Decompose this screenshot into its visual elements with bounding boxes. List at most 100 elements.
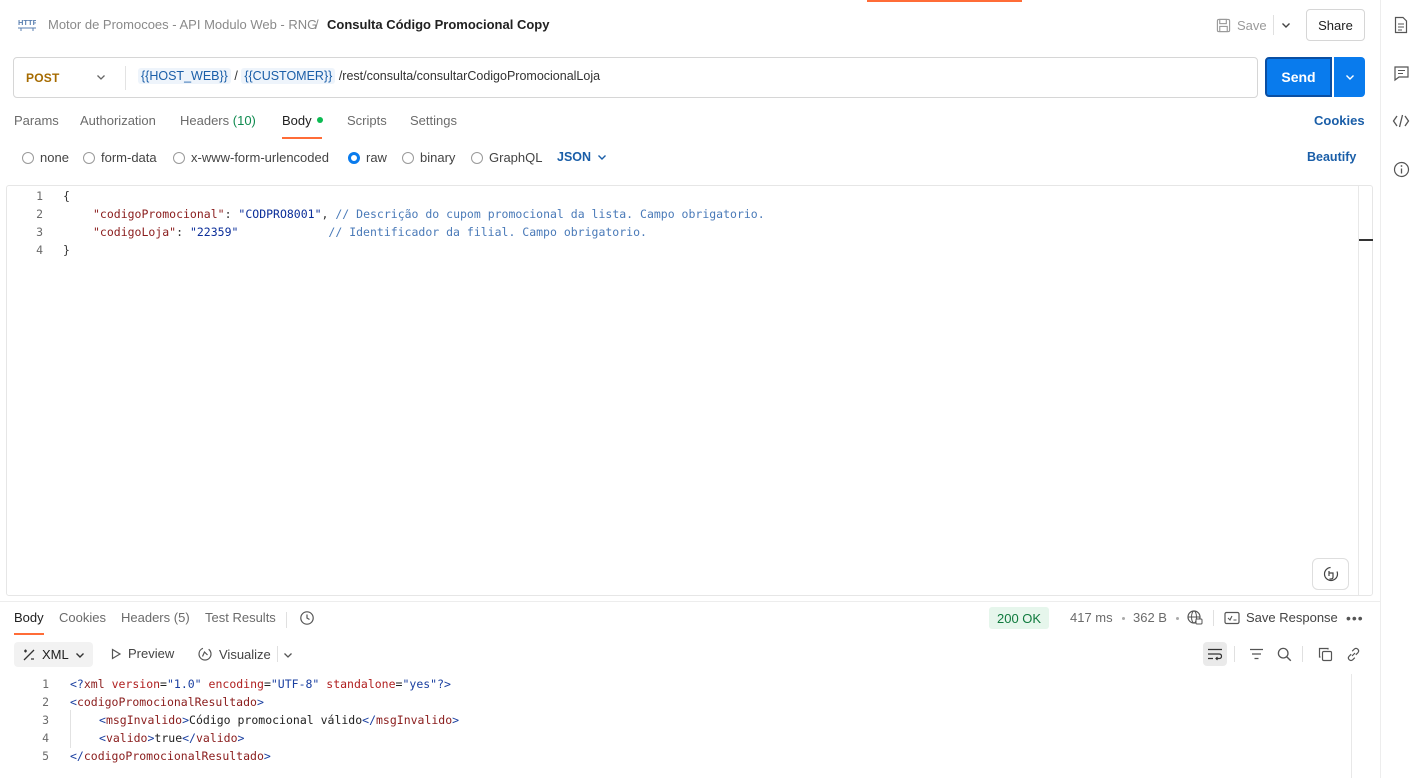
status-badge[interactable]: 200 OK bbox=[989, 607, 1050, 629]
tab-params[interactable]: Params bbox=[14, 113, 59, 128]
xml-tag: valido bbox=[195, 731, 238, 745]
tab-headers-count: (10) bbox=[232, 113, 256, 128]
line-number: 1 bbox=[42, 677, 49, 691]
radio-none-label: none bbox=[40, 150, 69, 165]
breadcrumb-collection[interactable]: Motor de Promocoes - API Modulo Web - RN… bbox=[48, 17, 317, 32]
info-icon[interactable] bbox=[1391, 159, 1411, 179]
wrap-icon[interactable] bbox=[1203, 642, 1227, 666]
json-value: "CODPRO8001" bbox=[238, 207, 322, 221]
xml-line: <msgInvalido>Código promocional válido</… bbox=[99, 713, 460, 727]
radio-form-data[interactable]: form-data bbox=[83, 150, 157, 165]
save-response-icon bbox=[1224, 611, 1240, 624]
toolbar-divider bbox=[1302, 646, 1303, 662]
active-tab-underline bbox=[282, 137, 322, 139]
request-title[interactable]: Consulta Código Promocional Copy bbox=[327, 17, 549, 32]
url-variable-host[interactable]: {{HOST_WEB}} bbox=[138, 68, 231, 84]
url-input[interactable]: {{HOST_WEB}} / {{CUSTOMER}} /rest/consul… bbox=[138, 68, 600, 84]
radio-graphql[interactable]: GraphQL bbox=[471, 150, 542, 165]
response-divider[interactable] bbox=[0, 601, 1380, 602]
toolbar-divider bbox=[277, 646, 278, 662]
format-label: XML bbox=[42, 647, 69, 662]
preview-button[interactable]: Preview bbox=[110, 646, 174, 661]
xml-attr-value: "1.0" bbox=[166, 677, 202, 691]
code-line: "codigoPromocional": "CODPRO8001", // De… bbox=[93, 207, 765, 221]
format-select[interactable]: XML bbox=[14, 642, 93, 667]
response-time[interactable]: 417 ms bbox=[1070, 610, 1113, 625]
code-icon[interactable] bbox=[1391, 111, 1411, 131]
method-select[interactable]: POST bbox=[26, 71, 59, 85]
save-options-button[interactable] bbox=[1278, 15, 1294, 35]
visualize-options-chevron-icon[interactable] bbox=[283, 648, 293, 663]
radio-urlencoded-label: x-www-form-urlencoded bbox=[191, 150, 329, 165]
radio-form-data-label: form-data bbox=[101, 150, 157, 165]
radio-graphql-dot[interactable] bbox=[471, 151, 483, 164]
radio-urlencoded-dot[interactable] bbox=[173, 151, 185, 164]
tab-headers[interactable]: Headers (10) bbox=[180, 113, 256, 128]
radio-raw-dot[interactable] bbox=[348, 151, 360, 164]
radio-binary[interactable]: binary bbox=[402, 150, 455, 165]
url-bar: POST {{HOST_WEB}} / {{CUSTOMER}} /rest/c… bbox=[13, 57, 1258, 98]
beautify-button[interactable]: Beautify bbox=[1307, 150, 1356, 164]
hand-icon bbox=[1323, 566, 1338, 582]
visualize-icon bbox=[198, 647, 212, 661]
send-options-button[interactable] bbox=[1334, 57, 1365, 97]
copy-icon[interactable] bbox=[1313, 642, 1337, 666]
active-resp-tab-underline bbox=[14, 633, 44, 635]
send-button[interactable]: Send bbox=[1265, 57, 1332, 97]
visualize-button[interactable]: Visualize bbox=[197, 646, 271, 662]
document-icon[interactable] bbox=[1391, 15, 1411, 35]
body-modified-dot bbox=[316, 116, 323, 123]
radio-form-data-dot[interactable] bbox=[83, 151, 95, 164]
tab-scripts[interactable]: Scripts bbox=[347, 113, 387, 128]
xml-tag: msgInvalido bbox=[376, 713, 453, 727]
xml-line: <valido>true</valido> bbox=[99, 731, 245, 745]
radio-none-dot[interactable] bbox=[22, 151, 34, 164]
save-response-button[interactable]: Save Response bbox=[1224, 610, 1338, 625]
resp-tab-test-results[interactable]: Test Results bbox=[205, 610, 276, 625]
save-divider bbox=[1273, 15, 1274, 35]
chevron-down-icon bbox=[1282, 23, 1290, 28]
radio-none[interactable]: none bbox=[22, 150, 69, 165]
tab-authorization[interactable]: Authorization bbox=[80, 113, 156, 128]
resp-tab-headers[interactable]: Headers (5) bbox=[121, 610, 190, 625]
meta-divider bbox=[1213, 610, 1214, 626]
radio-binary-dot[interactable] bbox=[402, 151, 414, 164]
response-size[interactable]: 362 B bbox=[1133, 610, 1167, 625]
filter-icon[interactable] bbox=[1244, 642, 1268, 666]
cookies-link[interactable]: Cookies bbox=[1314, 113, 1365, 128]
resp-tab-cookies[interactable]: Cookies bbox=[59, 610, 106, 625]
resp-tab-headers-count: (5) bbox=[173, 610, 190, 625]
tab-settings[interactable]: Settings bbox=[410, 113, 457, 128]
xml-tag: valido bbox=[105, 731, 148, 745]
response-scrollbar[interactable] bbox=[1351, 674, 1352, 778]
json-key: "codigoPromocional" bbox=[93, 207, 225, 221]
search-icon[interactable] bbox=[1272, 642, 1296, 666]
xml-text: true bbox=[154, 731, 183, 745]
line-number: 2 bbox=[42, 695, 49, 709]
code-line: { bbox=[63, 189, 70, 203]
radio-graphql-label: GraphQL bbox=[489, 150, 543, 165]
history-icon[interactable] bbox=[299, 610, 315, 629]
save-button[interactable]: Save bbox=[1216, 14, 1267, 36]
ai-assist-button[interactable] bbox=[1312, 558, 1349, 590]
link-icon[interactable] bbox=[1341, 642, 1365, 666]
language-select[interactable]: JSON bbox=[557, 150, 607, 164]
share-button[interactable]: Share bbox=[1306, 9, 1365, 41]
code-comment: // Identificador da filial. Campo obriga… bbox=[238, 225, 647, 239]
radio-urlencoded[interactable]: x-www-form-urlencoded bbox=[173, 150, 329, 165]
radio-raw[interactable]: raw bbox=[348, 150, 387, 165]
comment-icon[interactable] bbox=[1391, 63, 1411, 83]
globe-icon[interactable] bbox=[1186, 609, 1203, 629]
more-icon[interactable]: ••• bbox=[1346, 610, 1364, 626]
resp-tab-body[interactable]: Body bbox=[14, 610, 44, 625]
chevron-down-icon bbox=[75, 652, 84, 658]
response-body-viewer[interactable]: 1 2 3 4 5 <?xml version="1.0" encoding="… bbox=[0, 674, 1380, 778]
request-body-editor[interactable]: 1 2 3 4 { "codigoPromocional": "CODPRO80… bbox=[6, 185, 1373, 596]
request-header: HTTP Motor de Promocoes - API Modulo Web… bbox=[0, 0, 1380, 50]
editor-scrollbar[interactable] bbox=[1358, 186, 1359, 595]
close-brace: } bbox=[63, 243, 70, 257]
tab-body[interactable]: Body bbox=[282, 113, 323, 128]
method-chevron-icon[interactable] bbox=[96, 70, 106, 85]
radio-raw-label: raw bbox=[366, 150, 387, 165]
url-variable-customer[interactable]: {{CUSTOMER}} bbox=[241, 68, 336, 84]
